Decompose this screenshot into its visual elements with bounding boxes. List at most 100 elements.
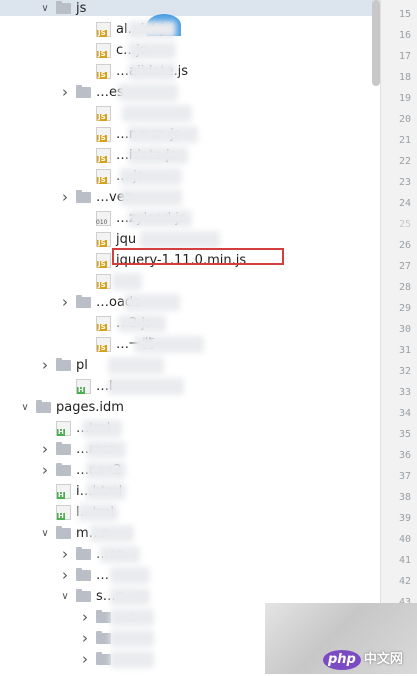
chevron-right-icon[interactable]: › [60,292,70,313]
tree-row[interactable]: …zyload.js [0,208,380,229]
tree-row[interactable]: i…html [0,481,380,502]
line-number: 31 [398,345,411,356]
tree-row[interactable]: ›…non2 [0,460,380,481]
line-number: 24 [398,198,411,209]
html-file-icon [56,421,71,436]
folder-icon [76,85,91,98]
redaction-blur [122,105,192,122]
tree-row[interactable] [0,103,380,124]
redaction-blur [128,210,192,227]
folder-icon [56,358,71,371]
redaction-blur [110,567,150,584]
folder-icon [76,295,91,308]
line-number: 16 [398,30,411,41]
redaction-blur [134,336,204,353]
tree-row[interactable]: …2.js [0,313,380,334]
php-logo: php [323,650,361,670]
folder-icon [96,652,111,665]
tree-row[interactable]: ….js [0,166,380,187]
chevron-down-icon[interactable]: ∨ [40,523,50,544]
line-number: 33 [398,387,411,398]
redaction-blur [86,441,126,458]
tree-row[interactable]: l…tml [0,502,380,523]
folder-icon [76,568,91,581]
chevron-right-icon[interactable]: › [40,439,50,460]
line-number: 22 [398,156,411,167]
js-file-icon [96,169,111,184]
tree-row[interactable]: › …ver [0,187,380,208]
tree-row[interactable]: ›… [0,565,380,586]
tree-row[interactable]: …nmon.js [0,124,380,145]
tree-row[interactable]: ∨ js [0,0,380,19]
tree-row[interactable]: …alidate.js [0,61,380,82]
chevron-right-icon[interactable]: › [40,460,50,481]
project-tree: ∨jsal…ist.jsc…js…alidate.js›…es…nmon.js…… [0,0,380,674]
chevron-right-icon[interactable]: › [60,82,70,103]
chevron-right-icon[interactable]: › [80,628,90,649]
chevron-down-icon[interactable]: ∨ [40,0,50,19]
redaction-blur [140,231,220,248]
tree-row[interactable]: › pl [0,355,380,376]
redaction-blur [110,651,154,668]
line-number: 38 [398,492,411,503]
line-number: 19 [398,93,411,104]
line-number: 18 [398,72,411,83]
line-number: 15 [398,9,411,20]
tree-row[interactable]: ∨m…r [0,523,380,544]
redaction-blur [110,588,150,605]
chevron-down-icon[interactable]: ∨ [60,586,70,607]
js-file-icon [96,64,111,79]
scrollbar-thumb[interactable] [372,0,380,86]
redaction-blur [120,168,182,185]
highlight-box [112,248,284,265]
chevron-right-icon[interactable]: › [60,565,70,586]
redaction-blur [86,462,126,479]
line-number: 36 [398,450,411,461]
chevron-right-icon[interactable]: › [80,607,90,628]
redaction-blur [78,504,118,521]
redaction-blur [120,189,182,206]
line-number: 37 [398,471,411,482]
js-file-icon [96,148,111,163]
tree-row[interactable]: › …oade [0,292,380,313]
html-file-icon [76,379,91,394]
tree-row[interactable]: ›…mon [0,439,380,460]
tree-row[interactable]: jqu [0,229,380,250]
tree-row[interactable]: ›…os [0,544,380,565]
redaction-blur [86,483,126,500]
tree-row[interactable]: …tml [0,418,380,439]
tree-row-label: jqu [116,232,137,247]
js-file-icon [96,253,111,268]
redaction-blur [118,315,166,332]
tree-row[interactable]: al…ist.js [0,19,380,40]
folder-icon [96,631,111,644]
chevron-down-icon[interactable]: ∨ [20,397,30,418]
line-number: 28 [398,282,411,293]
chevron-right-icon[interactable]: › [80,649,90,670]
chevron-right-icon[interactable]: › [40,355,50,376]
line-number: 27 [398,261,411,272]
redaction-blur [110,630,154,647]
tree-row[interactable]: …l [0,376,380,397]
html-file-icon [56,484,71,499]
folder-icon [56,526,71,539]
redaction-blur [128,42,176,59]
folder-icon [96,610,111,623]
chevron-right-icon[interactable]: › [60,544,70,565]
redaction-blur [110,609,154,626]
tree-row[interactable]: ∨ pages.idm [0,397,380,418]
tree-row[interactable]: …idate.js [0,145,380,166]
watermark-logo: php 中文网 [323,650,403,670]
line-number: 23 [398,177,411,188]
tree-row[interactable]: …一览 [0,334,380,355]
chevron-right-icon[interactable]: › [60,187,70,208]
html-file-icon [56,505,71,520]
tree-row[interactable]: › …es [0,82,380,103]
line-number: 17 [398,51,411,62]
tree-row[interactable] [0,271,380,292]
tree-row-label: pl [76,358,88,373]
redaction-blur [128,63,176,80]
redaction-blur [124,294,180,311]
tree-row[interactable]: c…js [0,40,380,61]
line-number: 39 [398,513,411,524]
